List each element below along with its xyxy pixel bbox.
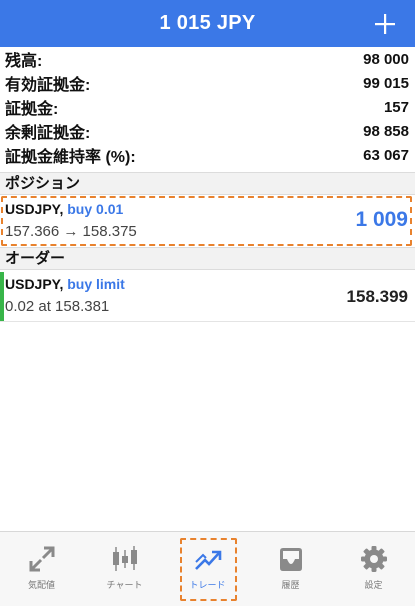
summary-label: 残高: — [5, 53, 43, 70]
quotes-arrows-icon — [0, 544, 83, 574]
header-balance-title: 1 015 JPY — [159, 12, 256, 34]
tab-settings[interactable]: 設定 — [332, 532, 415, 606]
order-status-bar — [0, 272, 4, 321]
order-side: buy limit — [67, 276, 125, 292]
summary-label: 余剰証拠金: — [5, 125, 91, 142]
summary-row-free-margin: 余剰証拠金: 98 858 — [0, 119, 415, 143]
summary-value: 157 — [383, 98, 409, 116]
summary-label: 証拠金維持率 (%): — [5, 149, 136, 166]
bottom-tab-bar: 気配値 チャート トレード 履歴 設定 — [0, 531, 415, 606]
summary-value: 99 015 — [363, 74, 409, 92]
order-price: 158.399 — [346, 287, 408, 306]
order-detail: 0.02 at 158.381 — [5, 298, 110, 315]
position-highlight-box — [1, 196, 412, 246]
history-inbox-icon — [249, 544, 332, 574]
settings-gear-icon — [332, 544, 415, 574]
summary-row-equity: 有効証拠金: 99 015 — [0, 71, 415, 95]
summary-value: 63 067 — [363, 146, 409, 164]
candlestick-chart-icon — [83, 544, 166, 574]
order-row[interactable]: USDJPY, buy limit 0.02 at 158.381 158.39… — [0, 270, 415, 322]
positions-section-header: ポジション — [0, 172, 415, 195]
tab-label: 履歴 — [281, 580, 300, 590]
tab-history[interactable]: 履歴 — [249, 532, 332, 606]
orders-section-header: オーダー — [0, 247, 415, 270]
summary-value: 98 000 — [363, 50, 409, 68]
summary-row-balance: 残高: 98 000 — [0, 47, 415, 71]
order-symbol-name: USDJPY, — [5, 276, 64, 292]
tab-label: チャート — [106, 580, 143, 590]
summary-label: 有効証拠金: — [5, 77, 91, 94]
plus-icon[interactable] — [365, 0, 405, 47]
order-symbol: USDJPY, buy limit — [5, 276, 125, 292]
summary-label: 証拠金: — [5, 101, 59, 118]
tab-label: 設定 — [364, 580, 383, 590]
top-bar: 1 015 JPY — [0, 0, 415, 47]
tab-quotes[interactable]: 気配値 — [0, 532, 83, 606]
tab-chart[interactable]: チャート — [83, 532, 166, 606]
summary-row-margin: 証拠金: 157 — [0, 95, 415, 119]
tab-label: 気配値 — [27, 580, 55, 590]
account-summary: 残高: 98 000 有効証拠金: 99 015 証拠金: 157 余剰証拠金:… — [0, 47, 415, 167]
summary-value: 98 858 — [363, 122, 409, 140]
trade-tab-highlight-box — [180, 538, 237, 601]
summary-row-margin-level: 証拠金維持率 (%): 63 067 — [0, 143, 415, 167]
